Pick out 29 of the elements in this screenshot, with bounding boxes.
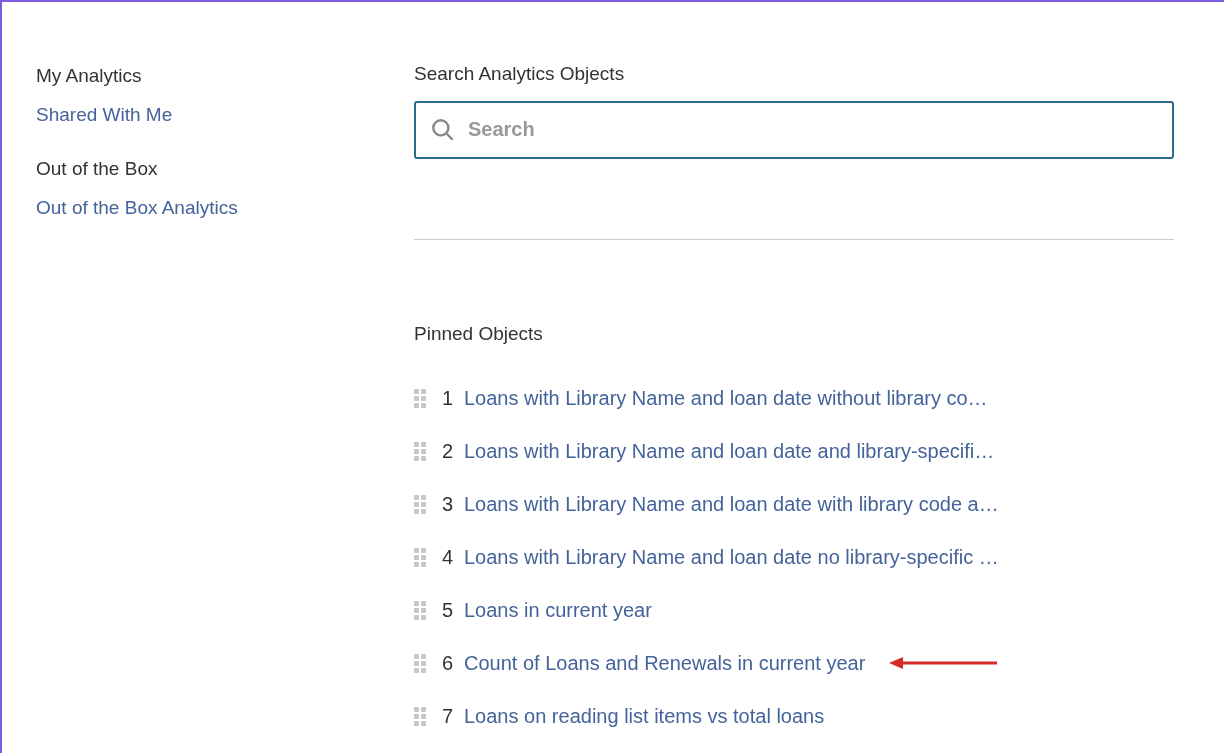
drag-handle-icon[interactable] [414,494,426,514]
drag-handle-icon[interactable] [414,388,426,408]
drag-handle-icon[interactable] [414,653,426,673]
search-icon [430,116,456,143]
item-number: 6 [442,651,455,676]
sidebar-link[interactable]: Shared With Me [36,100,414,129]
drag-handle-icon[interactable] [414,600,426,620]
pinned-object-link[interactable]: Loans with Library Name and loan date and library-specifi… [464,436,995,466]
drag-handle-icon[interactable] [414,547,426,567]
section-heading: Out of the Box [36,157,159,181]
pinned-object-link[interactable]: Loans in current year [464,595,652,625]
section-heading: My Analytics [36,64,143,88]
sidebar-link[interactable]: Out of the Box Analytics [36,193,414,222]
drag-handle-icon[interactable] [414,706,426,726]
item-number: 4 [442,545,455,570]
pinned-object-link[interactable]: Loans with Library Name and loan date without library co… [464,383,988,413]
search-field[interactable]: Search [414,100,1174,159]
pinned-object-link[interactable]: Loans with Library Name and loan date no library-specific … [464,542,999,572]
item-number: 5 [442,598,455,623]
pinned-object-link[interactable]: Loans with Library Name and loan date with library code a… [464,489,999,519]
drag-handle-icon[interactable] [414,441,426,461]
item-number: 7 [442,704,455,729]
item-number: 2 [442,439,455,464]
pinned-object-link[interactable]: Count of Loans and Renewals in current year [464,648,866,678]
search-label: Search Analytics Objects [414,62,626,86]
pinned-object-link[interactable]: Loans on reading list items vs total loans [464,701,825,731]
section-title: Pinned Objects [414,321,544,346]
item-number: 3 [442,492,455,517]
item-number: 1 [442,386,455,411]
